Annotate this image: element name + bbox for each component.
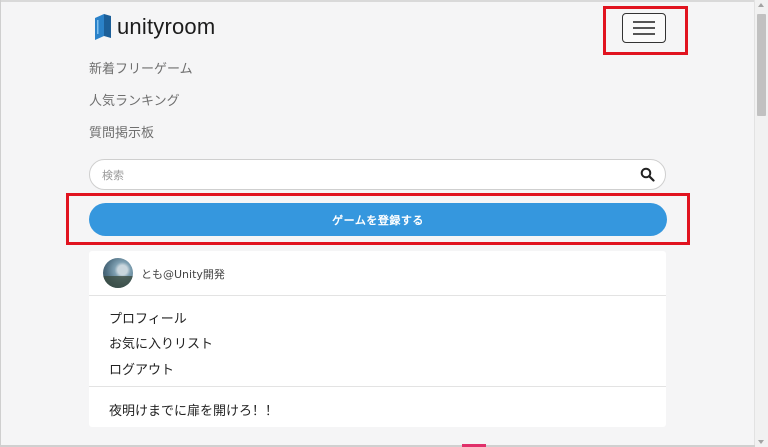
- divider: [89, 386, 666, 387]
- unityroom-book-icon: [95, 14, 111, 40]
- highlight-box-menu: [603, 6, 688, 55]
- highlight-box-register: [66, 193, 690, 245]
- scroll-down-arrow-icon[interactable]: [758, 440, 764, 444]
- menu-item-logout[interactable]: ログアウト: [109, 359, 174, 378]
- window-left-border: [0, 0, 1, 447]
- nav-link-popular-ranking[interactable]: 人気ランキング: [89, 90, 180, 109]
- search-input[interactable]: [100, 164, 624, 187]
- window-top-border: [0, 0, 768, 2]
- nav-link-new-free-games[interactable]: 新着フリーゲーム: [89, 58, 193, 77]
- user-menu-card: とも@Unity開発 プロフィール お気に入りリスト ログアウト 夜明けまでに扉…: [89, 251, 666, 427]
- avatar: [103, 258, 133, 288]
- user-row[interactable]: とも@Unity開発: [89, 251, 666, 296]
- logo-text: unityroom: [117, 14, 216, 39]
- username: とも@Unity開発: [141, 268, 225, 281]
- user-game-link[interactable]: 夜明けまでに扉を開けろ！！: [109, 400, 278, 419]
- scrollbar-thumb[interactable]: [757, 14, 766, 116]
- search-icon[interactable]: [640, 167, 655, 182]
- search-box: [89, 159, 666, 190]
- menu-item-favorites[interactable]: お気に入りリスト: [109, 333, 213, 352]
- scroll-up-arrow-icon[interactable]: [758, 3, 764, 7]
- avatar-landscape: [103, 276, 133, 288]
- nav-link-question-board[interactable]: 質問掲示板: [89, 122, 154, 141]
- vertical-scrollbar[interactable]: [754, 0, 768, 447]
- menu-item-profile[interactable]: プロフィール: [109, 308, 187, 327]
- site-logo[interactable]: unityroom: [95, 14, 215, 40]
